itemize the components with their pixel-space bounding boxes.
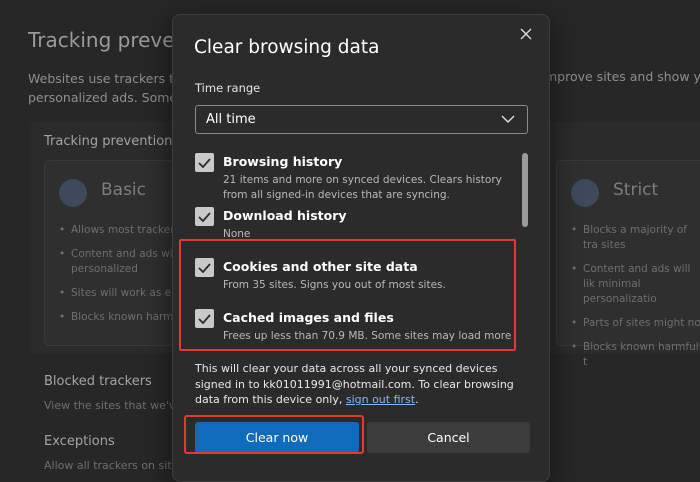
exceptions-heading[interactable]: Exceptions — [44, 434, 115, 449]
strict-bullet: Parts of sites might no — [571, 316, 700, 331]
basic-bullet: Allows most tracker — [59, 223, 189, 238]
strict-option-bullets: Blocks a majority of tra sites Content a… — [571, 223, 700, 379]
sign-out-first-link[interactable]: sign out first — [346, 393, 415, 406]
time-range-value: All time — [206, 112, 256, 127]
close-button[interactable] — [515, 23, 537, 45]
chevron-down-icon — [501, 115, 515, 123]
time-range-select[interactable]: All time — [195, 105, 528, 134]
basic-option[interactable]: Basic Allows most tracker Content and ad… — [44, 160, 184, 346]
download-history-checkbox[interactable] — [195, 207, 214, 226]
highlight-annotation-clear-button — [184, 415, 364, 454]
strict-bullet: Content and ads will lik minimal persona… — [571, 262, 700, 307]
checkmark-icon — [198, 211, 211, 222]
basic-bullet: Blocks known harm — [59, 310, 189, 325]
blocked-trackers-sub: View the sites that we've — [44, 399, 183, 412]
page-title: Tracking prevent — [28, 28, 196, 52]
basic-option-bullets: Allows most tracker Content and ads wi p… — [59, 223, 189, 334]
basic-bullet: Sites will work as e — [59, 286, 189, 301]
cancel-button[interactable]: Cancel — [367, 422, 530, 453]
browsing-history-label: Browsing history — [223, 154, 343, 169]
list-scrollbar[interactable] — [522, 153, 528, 227]
tracking-prevention-title: Tracking prevention — [44, 134, 173, 149]
basic-option-title: Basic — [101, 180, 147, 200]
sync-info-text: This will clear your data across all you… — [195, 362, 514, 406]
highlight-annotation-checkboxes — [179, 239, 516, 351]
exceptions-sub: Allow all trackers on sites — [44, 459, 185, 472]
browsing-history-checkbox[interactable] — [195, 153, 214, 172]
page-description-right: mprove sites and show yo — [545, 69, 700, 84]
strict-bullet: Blocks known harmful t — [571, 340, 700, 370]
browsing-history-desc: 21 items and more on synced devices. Cle… — [223, 174, 502, 201]
close-icon — [520, 28, 532, 40]
strict-option[interactable]: Strict Blocks a majority of tra sites Co… — [556, 160, 700, 368]
dialog-title: Clear browsing data — [194, 37, 380, 58]
strict-shield-icon — [571, 179, 599, 207]
download-history-label: Download history — [223, 208, 347, 223]
basic-shield-icon — [59, 179, 87, 207]
basic-bullet: Content and ads wi personalized — [59, 247, 189, 277]
checkmark-icon — [198, 157, 211, 168]
strict-bullet: Blocks a majority of tra sites — [571, 223, 700, 253]
blocked-trackers-heading[interactable]: Blocked trackers — [44, 374, 152, 389]
time-range-label: Time range — [195, 81, 261, 95]
strict-option-title: Strict — [613, 180, 659, 200]
